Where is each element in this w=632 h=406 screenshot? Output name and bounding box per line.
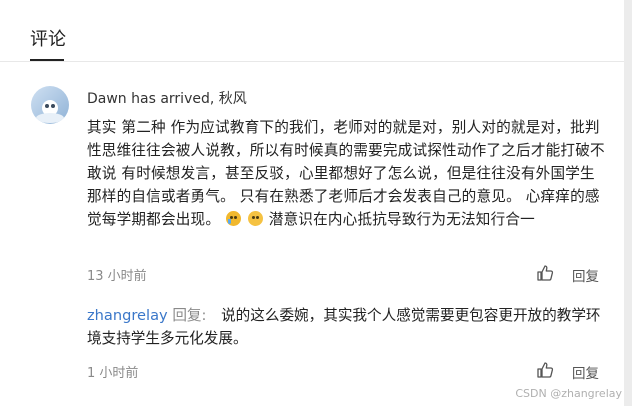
- comments-title: 评论: [30, 29, 66, 50]
- comment-time: 13 小时前: [87, 269, 147, 284]
- comment-reply-button[interactable]: 回复: [572, 265, 599, 285]
- reply-body: zhangrelay 回复: 说的这么委婉，其实我个人感觉需要更包容更开放的教学…: [87, 304, 607, 350]
- avatar[interactable]: [31, 86, 69, 124]
- comment-body: 其实 第二种 作为应试教育下的我们，老师对的就是对，别人对的就是对，批判性思维往…: [87, 116, 607, 231]
- sob-emoji-icon: [247, 211, 263, 226]
- comment-author[interactable]: Dawn has arrived, 秋风: [87, 88, 247, 108]
- reply-time: 1 小时前: [87, 366, 139, 381]
- comments-panel: 评论 Dawn has arrived, 秋风 其实 第二种 作为应试教育下的我…: [0, 0, 624, 406]
- watermark: CSDN @zhangrelay: [515, 387, 622, 400]
- like-icon[interactable]: [536, 264, 554, 282]
- header-divider: [0, 61, 624, 62]
- reply-like-icon[interactable]: [536, 361, 554, 379]
- reply-user[interactable]: zhangrelay: [87, 307, 168, 324]
- cry-emoji-icon: [226, 211, 241, 226]
- comment-text-part2: 潜意识在内心抵抗导致行为无法知行合一: [268, 211, 535, 228]
- reply-tag: 回复:: [172, 307, 207, 324]
- avatar-image: [31, 86, 69, 124]
- reply-reply-button[interactable]: 回复: [572, 362, 599, 382]
